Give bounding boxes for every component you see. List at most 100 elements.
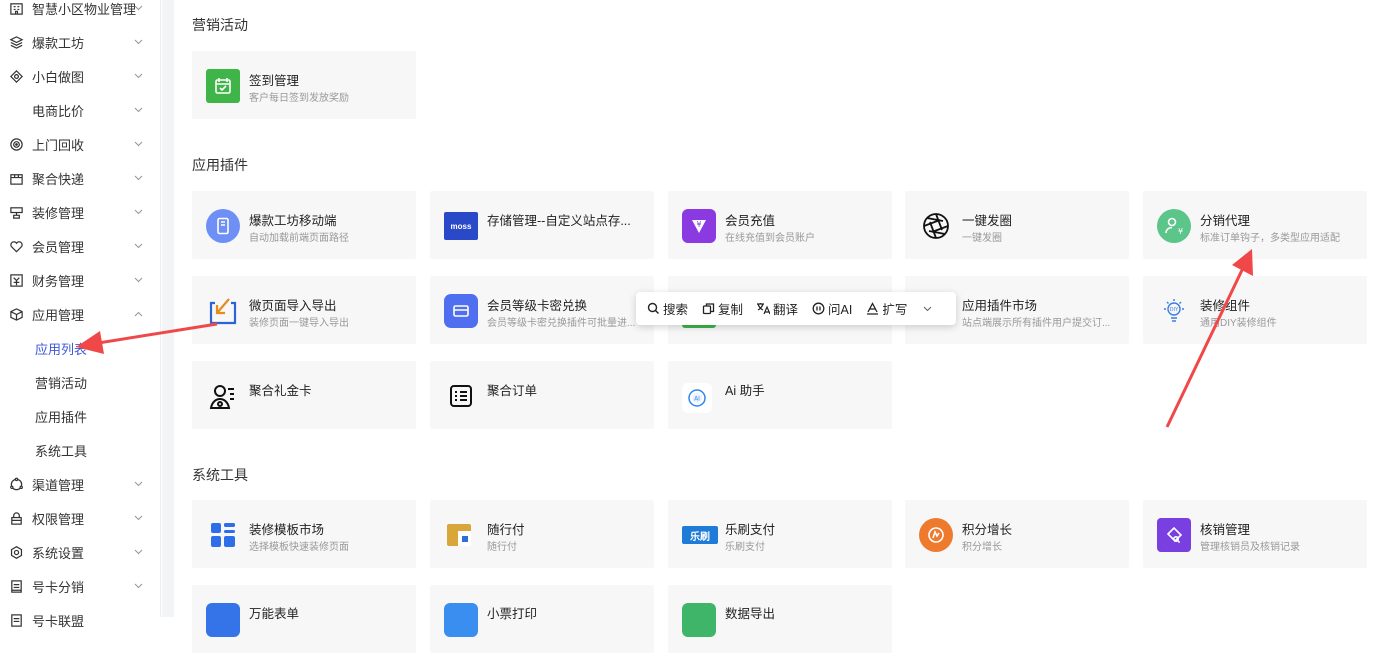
chevron-down-icon (133, 207, 143, 217)
app-card-storage[interactable]: moss 存储管理--自定义站点存... (430, 191, 654, 259)
suixingfu-logo-icon (444, 518, 478, 552)
toolbar-ask-ai-label: 问AI (828, 303, 853, 317)
app-card-title: 数据导出 (725, 607, 776, 621)
card-icon (8, 578, 24, 594)
svg-text:AI: AI (694, 396, 700, 403)
chevron-down-icon (133, 547, 143, 557)
sidebar-item-marketing[interactable]: 营销活动 (0, 365, 161, 399)
toolbar-ask-ai-button[interactable]: 问AI (811, 299, 852, 318)
sidebar-item-finance[interactable]: 财务管理 (0, 263, 161, 297)
app-card-title: 小票打印 (487, 607, 538, 621)
chevron-down-icon (133, 275, 143, 285)
cube-icon (8, 306, 24, 322)
sidebar-item-label: 号卡分销 (32, 579, 85, 595)
sidebar-item-label: 应用管理 (32, 307, 85, 323)
sidebar-item-express[interactable]: 聚合快递 (0, 161, 161, 195)
text-expand-icon (865, 302, 879, 316)
sidebar-item-plugins[interactable]: 应用插件 (0, 399, 161, 433)
sidebar-item-member[interactable]: 会员管理 (0, 229, 161, 263)
app-card-desc: 选择模板快速装修页面 (249, 542, 349, 553)
app-card-title: 聚合订单 (487, 384, 538, 398)
sidebar-item-app-management[interactable]: 应用管理 (0, 297, 161, 331)
sidebar-item-card-distribution[interactable]: 号卡分销 (0, 569, 161, 603)
app-card-verify[interactable]: 核销管理 管理核销员及核销记录 (1143, 500, 1367, 568)
calendar-check-icon (206, 69, 240, 103)
sidebar-item-app-list[interactable]: 应用列表 (0, 331, 161, 365)
toolbar-copy-button[interactable]: 复制 (701, 299, 743, 318)
chevron-down-icon (133, 37, 143, 47)
points-badge-icon (919, 518, 953, 552)
app-card-desc: 装修页面一键导入导出 (249, 318, 349, 329)
app-card-suixingfu[interactable]: 随行付 随行付 (430, 500, 654, 568)
user-yen-icon: ¥ (1157, 209, 1191, 243)
app-card-title: 爆款工坊移动端 (249, 214, 337, 228)
app-card-distribution[interactable]: ¥ 分销代理 标准订单钩子，多类型应用适配 (1143, 191, 1367, 259)
app-card-tplmarket[interactable]: 装修模板市场 选择模板快速装修页面 (192, 500, 416, 568)
app-card-desc: 标准订单钩子，多类型应用适配 (1200, 233, 1340, 244)
app-card-giftcard[interactable]: 聚合礼金卡 (192, 361, 416, 429)
app-card-recharge[interactable]: ¥ 会员充值 在线充值到会员账户 (668, 191, 892, 259)
mobile-icon (206, 209, 240, 243)
sidebar-item-baokuan[interactable]: 爆款工坊 (0, 25, 161, 59)
sidebar-item-card-alliance[interactable]: 号卡联盟 (0, 603, 161, 637)
app-card-signin[interactable]: 签到管理 客户每日签到发放奖励 (192, 51, 416, 119)
app-card-importexport[interactable]: 微页面导入导出 装修页面一键导入导出 (192, 276, 416, 344)
sidebar-item-settings[interactable]: 系统设置 (0, 535, 161, 569)
sidebar-item-label: 会员管理 (32, 239, 85, 255)
app-card-receipt[interactable]: 小票打印 (430, 585, 654, 653)
toolbar-search-button[interactable]: 搜索 (646, 299, 688, 318)
channel-icon (8, 476, 24, 492)
sidebar-item-recycle[interactable]: 上门回收 (0, 127, 161, 161)
sidebar-item-compare[interactable]: 电商比价 (0, 93, 161, 127)
toolbar-expand-button[interactable]: 扩写 (865, 299, 907, 318)
app-card-desc: 随行付 (487, 542, 517, 553)
sidebar-item-property[interactable]: 智慧小区物业管理 (0, 0, 161, 25)
sidebar-item-label: 聚合快递 (32, 171, 85, 187)
sidebar-item-permission[interactable]: 权限管理 (0, 501, 161, 535)
sidebar-item-label: 小白做图 (32, 69, 85, 85)
copy-icon (701, 302, 715, 316)
heart-icon (8, 238, 24, 254)
form-icon (206, 603, 240, 637)
palette-icon (8, 68, 24, 84)
sidebar-item-label: 爆款工坊 (32, 35, 85, 51)
toolbar-search-label: 搜索 (663, 303, 689, 317)
app-card-order[interactable]: 聚合订单 (430, 361, 654, 429)
app-card-title: Ai 助手 (725, 384, 765, 398)
app-card-export[interactable]: 数据导出 (668, 585, 892, 653)
app-card-form[interactable]: 万能表单 (192, 585, 416, 653)
svg-text:¥: ¥ (1178, 227, 1183, 236)
building-icon (8, 0, 24, 16)
sidebar-item-tools[interactable]: 系统工具 (0, 433, 161, 467)
sidebar-item-label: 装修管理 (32, 205, 85, 221)
app-card-title: 会员等级卡密兑换 (487, 299, 588, 313)
svg-text:DIY: DIY (1170, 307, 1179, 313)
app-card-title: 随行付 (487, 523, 525, 537)
app-card-desc: 通用DIY装修组件 (1200, 318, 1277, 329)
app-card-baokuan[interactable]: 爆款工坊移动端 自动加载前端页面路径 (192, 191, 416, 259)
toolbar-more-button[interactable] (920, 302, 937, 316)
app-card-desc: 客户每日签到发放奖励 (249, 93, 349, 104)
sidebar-item-decoration[interactable]: 装修管理 (0, 195, 161, 229)
chevron-down-icon (133, 241, 143, 251)
app-card-title: 微页面导入导出 (249, 299, 337, 313)
sidebar-item-xiaobai[interactable]: 小白做图 (0, 59, 161, 93)
finance-icon (8, 272, 24, 288)
sidebar-item-label: 渠道管理 (32, 477, 85, 493)
sidebar-item-label: 系统工具 (35, 443, 88, 459)
toolbar-expand-label: 扩写 (882, 303, 908, 317)
app-card-points[interactable]: 积分增长 积分增长 (905, 500, 1129, 568)
list-icon (444, 379, 478, 413)
toolbar-translate-button[interactable]: 翻译 (756, 299, 798, 318)
app-card-ai[interactable]: AI Ai 助手 (668, 361, 892, 429)
section-title-tools: 系统工具 (192, 467, 248, 483)
sidebar-item-channel[interactable]: 渠道管理 (0, 467, 161, 501)
chevron-down-icon (133, 513, 143, 523)
app-card-cardcode[interactable]: 会员等级卡密兑换 会员等级卡密兑换插件可批量进... (430, 276, 654, 344)
app-card-leshua[interactable]: 乐刷 乐刷支付 乐刷支付 (668, 500, 892, 568)
app-card-diycomp[interactable]: DIY 装修组件 通用DIY装修组件 (1143, 276, 1367, 344)
section-title-marketing: 营销活动 (192, 17, 248, 33)
app-card-moments[interactable]: 一键发圈 一键发圈 (905, 191, 1129, 259)
app-card-title: 分销代理 (1200, 214, 1251, 228)
sidebar-item-label: 系统设置 (32, 545, 85, 561)
